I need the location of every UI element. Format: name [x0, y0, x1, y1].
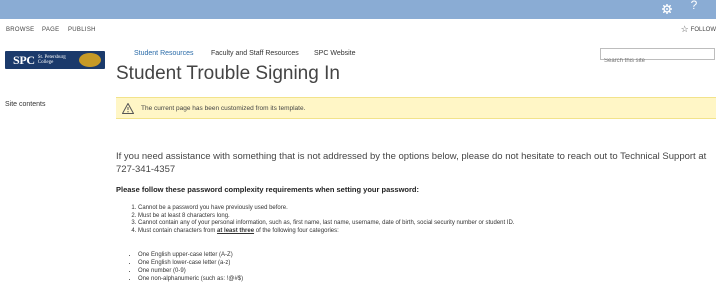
page-title: Student Trouble Signing In: [116, 63, 340, 84]
list-item: Must contain characters from at least th…: [138, 228, 515, 236]
rule4-prefix: Must contain characters from: [138, 227, 218, 234]
status-bar: The current page has been customized fro…: [116, 97, 716, 119]
nav-student-resources[interactable]: Student Resources: [134, 50, 194, 57]
intro-paragraph: If you need assistance with something th…: [116, 151, 707, 175]
list-item: One English lower-case letter (a-z): [138, 259, 243, 267]
password-rules-list: Cannot be a password you have previously…: [126, 205, 515, 235]
character-categories-list: One English upper-case letter (A-Z) One …: [126, 251, 243, 283]
nav-faculty-staff-resources[interactable]: Faculty and Staff Resources: [211, 50, 299, 57]
logo-subtitle: St. Petersburg College: [37, 55, 66, 65]
logo-swoosh-icon: [79, 53, 101, 67]
site-contents-link[interactable]: Site contents: [5, 101, 45, 108]
ribbon-tab-page[interactable]: PAGE: [42, 27, 59, 33]
list-item: Cannot contain any of your personal info…: [138, 220, 515, 228]
search-box: [600, 48, 715, 66]
logo-mark: SPC: [13, 52, 35, 67]
suite-bar: ?: [0, 0, 716, 19]
search-input[interactable]: [601, 56, 714, 66]
gear-icon[interactable]: [659, 1, 675, 17]
follow-label: FOLLOW: [690, 26, 716, 33]
help-icon[interactable]: ?: [686, 0, 702, 13]
list-item: Cannot be a password you have previously…: [138, 205, 515, 213]
status-message: The current page has been customized fro…: [141, 104, 306, 112]
star-icon: ☆: [680, 24, 689, 34]
ribbon: BROWSE PAGE PUBLISH ☆ FOLLOW: [0, 19, 716, 41]
list-item: One non-alphanumeric (such as: !@#$): [138, 275, 243, 283]
list-item: One number (0-9): [138, 267, 243, 275]
list-item: Must be at least 8 characters long.: [138, 213, 515, 221]
site-logo[interactable]: SPC St. Petersburg College: [5, 51, 105, 69]
rule4-emphasis: at least three: [217, 227, 255, 234]
ribbon-tab-publish[interactable]: PUBLISH: [68, 27, 96, 33]
requirements-heading: Please follow these password complexity …: [116, 185, 419, 194]
rule4-suffix: of the following four categories:: [254, 227, 339, 234]
nav-spc-website[interactable]: SPC Website: [314, 50, 356, 57]
list-item: One English upper-case letter (A-Z): [138, 251, 243, 259]
warning-icon: [122, 102, 134, 114]
ribbon-tab-browse[interactable]: BROWSE: [6, 27, 34, 33]
follow-button[interactable]: ☆ FOLLOW: [681, 25, 716, 34]
